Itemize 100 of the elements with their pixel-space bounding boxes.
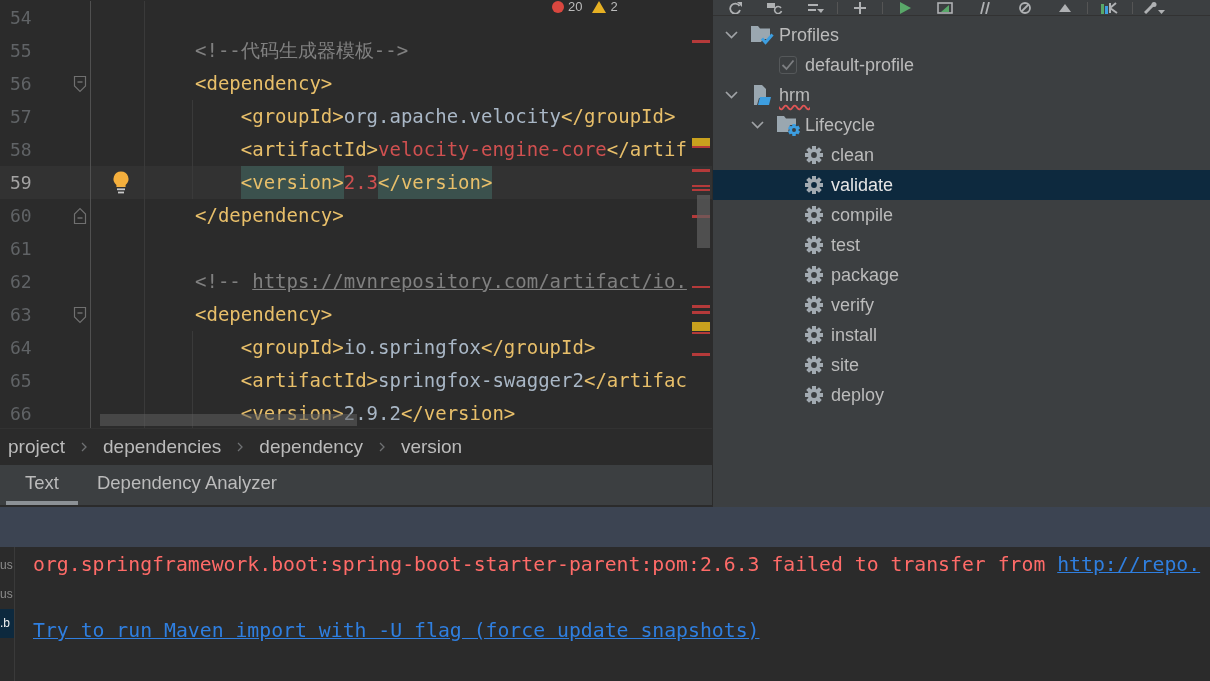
code-line: <groupId>org.apache.velocity</groupId> bbox=[240, 104, 676, 129]
warning-count: 2 bbox=[610, 0, 618, 13]
breadcrumb-item[interactable]: version bbox=[400, 436, 463, 458]
bar-chart-icon[interactable] bbox=[1100, 1, 1120, 14]
tree-item[interactable]: package bbox=[713, 260, 1210, 290]
console-link[interactable]: http://repo. bbox=[1057, 553, 1201, 576]
error-marker[interactable] bbox=[692, 185, 710, 187]
gear-icon bbox=[805, 296, 823, 314]
code-line: <!--代码生成器模板--> bbox=[195, 38, 409, 63]
chevron-down-icon[interactable] bbox=[724, 31, 738, 39]
error-marker[interactable] bbox=[692, 311, 710, 314]
code-line: <groupId>io.springfox</groupId> bbox=[240, 335, 596, 360]
tree-item[interactable]: clean bbox=[713, 140, 1210, 170]
circle-slash-icon[interactable] bbox=[1018, 1, 1032, 14]
line-number: 54 bbox=[9, 6, 33, 30]
gear-icon bbox=[805, 266, 823, 284]
fold-marker-icon[interactable] bbox=[73, 206, 87, 225]
error-marker[interactable] bbox=[692, 40, 710, 43]
tree-item[interactable]: default-profile bbox=[713, 50, 1210, 80]
error-marker[interactable] bbox=[692, 169, 710, 172]
file-sync-icon[interactable] bbox=[766, 1, 784, 14]
run-icon[interactable] bbox=[899, 1, 911, 14]
line-number: 64 bbox=[9, 336, 33, 360]
fold-marker-icon[interactable] bbox=[73, 305, 87, 324]
window-run-icon[interactable] bbox=[937, 1, 953, 14]
gear-icon bbox=[805, 206, 823, 224]
line-number: 61 bbox=[9, 237, 33, 261]
line-number: 55 bbox=[9, 39, 33, 63]
code-line: <!-- https://mvnrepository.com/artifact/io. bbox=[195, 269, 687, 294]
error-icon[interactable] bbox=[552, 0, 564, 13]
wrench-icon[interactable] bbox=[1144, 1, 1166, 14]
scrollbar-thumb[interactable] bbox=[697, 195, 710, 248]
code-line: <artifactId>springfox-swagger2</artifac bbox=[240, 368, 687, 393]
tree-item[interactable]: Profiles bbox=[713, 20, 1210, 50]
warning-icon[interactable] bbox=[592, 0, 607, 13]
error-marker[interactable] bbox=[692, 189, 710, 191]
line-number: 56 bbox=[9, 72, 33, 96]
warning-marker[interactable] bbox=[692, 322, 710, 331]
line-number: 66 bbox=[9, 402, 33, 426]
folder-check-icon bbox=[750, 24, 774, 46]
chevron-right-icon bbox=[237, 442, 244, 452]
line-number: 57 bbox=[9, 105, 33, 129]
tree-item[interactable]: site bbox=[713, 350, 1210, 380]
gear-icon bbox=[805, 236, 823, 254]
code-line: <version>2.3</version> bbox=[240, 166, 493, 199]
breadcrumb-item[interactable]: dependencies bbox=[103, 436, 222, 458]
tree-item[interactable]: install bbox=[713, 320, 1210, 350]
refresh-icon[interactable] bbox=[727, 1, 743, 14]
line-number: 62 bbox=[9, 270, 33, 294]
lightbulb-icon[interactable] bbox=[112, 171, 130, 194]
error-marker[interactable] bbox=[692, 146, 710, 148]
gear-icon bbox=[805, 326, 823, 344]
gear-icon bbox=[805, 386, 823, 404]
tree-item[interactable]: us bbox=[0, 580, 14, 609]
code-line: </dependency> bbox=[195, 203, 344, 228]
console-message: org.springframework.boot:spring-boot-starter-parent:pom:2.6.3 failed to transfer from http://repo. bbox=[33, 552, 1202, 578]
line-number: 65 bbox=[9, 369, 33, 393]
line-number: 58 bbox=[9, 138, 33, 162]
double-slash-icon[interactable] bbox=[979, 1, 991, 14]
error-marker[interactable] bbox=[692, 305, 710, 308]
code-line: <artifactId>velocity-engine-core</artif bbox=[240, 137, 687, 162]
chevron-down-icon[interactable] bbox=[750, 121, 764, 129]
error-marker[interactable] bbox=[692, 286, 710, 288]
line-number: 63 bbox=[9, 303, 33, 327]
console-link[interactable]: Try to run Maven import with -U flag (force update snapshots) bbox=[33, 619, 760, 642]
gear-icon bbox=[805, 176, 823, 194]
chevron-down-icon[interactable] bbox=[724, 91, 738, 99]
tree-item[interactable]: validate bbox=[713, 170, 1210, 200]
tree-item[interactable]: hrm bbox=[713, 80, 1210, 110]
line-number: 59 bbox=[9, 171, 33, 195]
list-dropdown-icon[interactable] bbox=[806, 1, 824, 14]
error-count: 20 bbox=[568, 0, 583, 13]
breadcrumb-item[interactable]: project bbox=[8, 436, 66, 458]
chevron-right-icon bbox=[378, 442, 385, 452]
tree-item[interactable]: compile bbox=[713, 200, 1210, 230]
code-line: <version>2.9.2</version> bbox=[240, 401, 516, 426]
breadcrumb-item[interactable]: dependency bbox=[259, 436, 363, 458]
tree-item[interactable]: us bbox=[0, 551, 14, 580]
error-marker[interactable] bbox=[692, 353, 710, 356]
gear-icon bbox=[805, 146, 823, 164]
code-line: <dependency> bbox=[195, 71, 333, 96]
tree-item[interactable]: test bbox=[713, 230, 1210, 260]
gear-icon bbox=[805, 356, 823, 374]
tree-item[interactable]: deploy bbox=[713, 380, 1210, 410]
checkbox[interactable] bbox=[779, 56, 797, 74]
tree-item[interactable]: Lifecycle bbox=[713, 110, 1210, 140]
plus-icon[interactable] bbox=[854, 1, 866, 14]
warning-marker[interactable] bbox=[692, 138, 710, 146]
editor-tab[interactable]: Dependency Analyzer bbox=[77, 465, 296, 505]
code-line: <dependency> bbox=[195, 302, 333, 327]
tree-item[interactable]: verify bbox=[713, 290, 1210, 320]
comment-link[interactable]: https://mvnrepository.com/artifact/io. bbox=[252, 270, 687, 292]
line-number: 60 bbox=[9, 204, 33, 228]
triangle-up-icon[interactable] bbox=[1059, 3, 1071, 12]
error-marker[interactable] bbox=[692, 332, 710, 334]
chevron-right-icon bbox=[81, 442, 88, 452]
document-icon bbox=[751, 84, 773, 106]
folder-gear-icon bbox=[776, 114, 800, 136]
tree-item[interactable]: .b bbox=[0, 609, 14, 638]
fold-marker-icon[interactable] bbox=[73, 74, 87, 93]
